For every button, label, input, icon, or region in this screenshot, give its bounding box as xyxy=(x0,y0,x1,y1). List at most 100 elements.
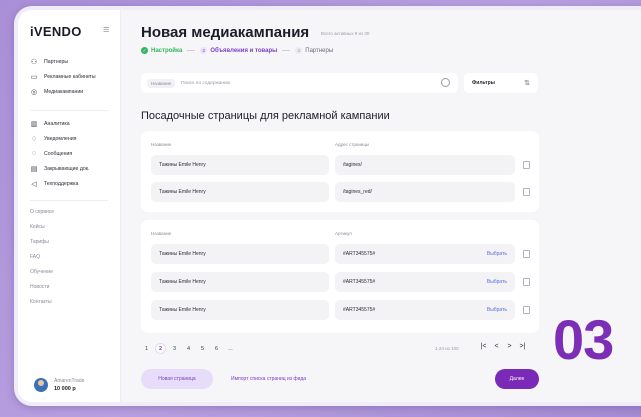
link-learning[interactable]: Обучение xyxy=(30,264,54,279)
last-page-icon[interactable]: >| xyxy=(516,343,529,350)
first-page-icon[interactable]: |< xyxy=(477,343,490,350)
landing-url-field[interactable]: /tagines_red/ xyxy=(335,182,515,202)
step-label: Партнеры xyxy=(305,47,334,54)
section-title: Посадочные страницы для рекламной кампан… xyxy=(141,110,390,122)
page-button-active[interactable]: 2 xyxy=(155,343,166,354)
step-ads-products[interactable]: 2 Объявления и товары xyxy=(200,47,277,54)
sku-value: #ART345575# xyxy=(343,279,376,285)
page-button[interactable]: 4 xyxy=(183,343,194,354)
step-label: Настройка xyxy=(151,47,183,54)
sidebar-item-documents[interactable]: ▤ Закрывающие док. xyxy=(30,161,90,176)
product-name-field[interactable]: Тажины Emile Henry xyxy=(151,300,329,320)
page-button[interactable]: 6 xyxy=(211,343,222,354)
avatar xyxy=(34,378,48,392)
app-window: iVENDO ≡ ⚇ Партнеры ▭ Рекламные кабинеты… xyxy=(14,6,641,406)
trash-icon[interactable] xyxy=(523,278,530,286)
product-sku-field[interactable]: #ART345575# Выбрать xyxy=(335,244,515,264)
trash-icon[interactable] xyxy=(523,161,530,169)
link-news[interactable]: Новости xyxy=(30,279,54,294)
monitor-icon: ▭ xyxy=(30,73,38,81)
filter-button[interactable]: Фильтры ⇅ xyxy=(464,73,538,93)
step-number-overlay: 03 xyxy=(553,308,614,371)
megaphone-icon: ◁ xyxy=(31,180,37,188)
active-count: Всего активных 9 из 30 xyxy=(321,31,370,36)
sidebar-item-label: Уведомления xyxy=(44,135,77,142)
next-page-icon[interactable]: > xyxy=(503,343,516,350)
step-connector xyxy=(187,50,196,51)
user-profile[interactable]: AmarenTrade 10 000 р xyxy=(34,378,84,392)
nav-group-tools: ▥ Аналитика ♢ Уведомления ◌ Сообщения ▤ … xyxy=(30,116,90,191)
link-contacts[interactable]: Контакты xyxy=(30,294,54,309)
divider xyxy=(30,200,108,201)
link-faq[interactable]: FAQ xyxy=(30,249,54,264)
import-feed-link[interactable]: Импорт списка страниц из фида xyxy=(231,376,306,382)
divider xyxy=(30,110,108,111)
sku-value: #ART345575# xyxy=(343,307,376,313)
sidebar-item-label: Аналитика xyxy=(44,120,70,127)
link-cases[interactable]: Кейсы xyxy=(30,219,54,234)
step-partners[interactable]: 3 Партнеры xyxy=(295,47,333,54)
sidebar-item-notifications[interactable]: ♢ Уведомления xyxy=(30,131,90,146)
trash-icon[interactable] xyxy=(523,188,530,196)
document-icon: ▤ xyxy=(30,165,38,173)
sidebar-item-campaigns[interactable]: ◎ Медиакампании xyxy=(30,84,96,99)
link-about[interactable]: О сервисе xyxy=(30,204,54,219)
product-name-field[interactable]: Тажины Emile Henry xyxy=(151,272,329,292)
step-connector xyxy=(282,50,291,51)
check-icon: ✓ xyxy=(141,47,148,54)
sidebar-item-label: Техподдержка xyxy=(44,180,79,187)
sidebar-item-label: Партнеры xyxy=(44,58,69,65)
bar-chart-icon: ▥ xyxy=(30,120,38,128)
page-arrows: |< < > >| xyxy=(477,343,529,350)
stepper: ✓ Настройка 2 Объявления и товары 3 Парт… xyxy=(141,47,333,54)
sidebar: iVENDO ≡ ⚇ Партнеры ▭ Рекламные кабинеты… xyxy=(18,10,121,402)
pick-button[interactable]: Выбрать xyxy=(487,307,507,313)
next-button[interactable]: Далее xyxy=(495,369,539,389)
sidebar-item-support[interactable]: ◁ Техподдержка xyxy=(30,176,90,191)
search-bar[interactable]: Название Поиск по содержанию xyxy=(141,73,458,93)
sku-value: #ART345575# xyxy=(343,251,376,257)
pick-button[interactable]: Выбрать xyxy=(487,279,507,285)
column-header-name: Название xyxy=(151,231,172,236)
page-button[interactable]: 5 xyxy=(197,343,208,354)
nav-group-main: ⚇ Партнеры ▭ Рекламные кабинеты ◎ Медиак… xyxy=(30,54,96,99)
nav-group-links: О сервисе Кейсы Тарифы FAQ Обучение Ново… xyxy=(30,204,54,309)
step-number: 3 xyxy=(295,47,303,54)
search-icon[interactable] xyxy=(441,78,450,87)
menu-icon[interactable]: ≡ xyxy=(103,24,109,36)
sidebar-item-label: Рекламные кабинеты xyxy=(44,73,96,80)
users-icon: ⚇ xyxy=(30,58,38,66)
page-button[interactable]: 1 xyxy=(141,343,152,354)
user-balance: 10 000 р xyxy=(54,386,76,392)
pick-button[interactable]: Выбрать xyxy=(487,251,507,257)
sidebar-item-messages[interactable]: ◌ Сообщения xyxy=(30,146,90,161)
page-button[interactable]: 3 xyxy=(169,343,180,354)
page-ellipsis: ... xyxy=(228,345,233,352)
bell-icon: ♢ xyxy=(30,135,38,143)
sidebar-item-label: Сообщения xyxy=(44,150,73,157)
product-sku-field[interactable]: #ART345575# Выбрать xyxy=(335,272,515,292)
product-name-field[interactable]: Тажины Emile Henry xyxy=(151,244,329,264)
landing-url-field[interactable]: /tagines/ xyxy=(335,155,515,175)
trash-icon[interactable] xyxy=(523,250,530,258)
new-page-button[interactable]: Новая страница xyxy=(141,369,213,389)
step-number: 2 xyxy=(200,47,208,54)
search-input[interactable]: Поиск по содержанию xyxy=(181,81,230,86)
sidebar-item-ad-accounts[interactable]: ▭ Рекламные кабинеты xyxy=(30,69,96,84)
search-scope-chip[interactable]: Название xyxy=(147,78,176,88)
link-pricing[interactable]: Тарифы xyxy=(30,234,54,249)
sidebar-item-analytics[interactable]: ▥ Аналитика xyxy=(30,116,90,131)
products-card: Название Артикул Тажины Emile Henry #ART… xyxy=(141,220,539,333)
sliders-icon: ⇅ xyxy=(524,80,530,87)
step-settings[interactable]: ✓ Настройка xyxy=(141,47,182,54)
landing-name-field[interactable]: Тажины Emile Henry xyxy=(151,155,329,175)
sidebar-item-partners[interactable]: ⚇ Партнеры xyxy=(30,54,96,69)
logo: iVENDO xyxy=(30,24,82,39)
product-sku-field[interactable]: #ART345575# Выбрать xyxy=(335,300,515,320)
column-header-name: Название xyxy=(151,142,172,147)
filter-label: Фильтры xyxy=(472,80,495,86)
prev-page-icon[interactable]: < xyxy=(490,343,503,350)
trash-icon[interactable] xyxy=(523,306,530,314)
landing-name-field[interactable]: Тажины Emile Henry xyxy=(151,182,329,202)
page-range: 1-24 из 100 xyxy=(435,346,459,351)
